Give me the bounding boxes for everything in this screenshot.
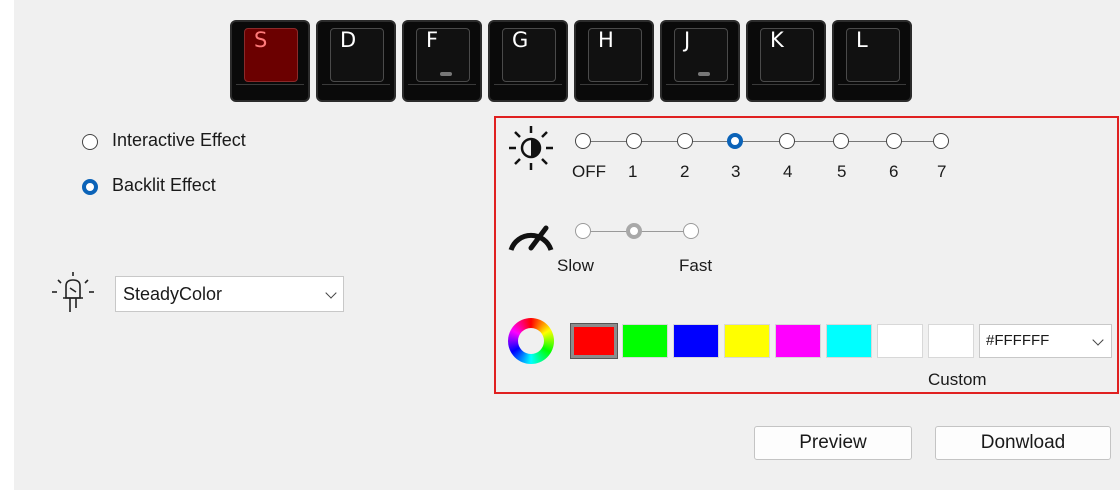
key-label: H: [598, 28, 614, 52]
brightness-1-radio[interactable]: [626, 133, 642, 149]
key-label: D: [340, 28, 357, 52]
brightness-1-label: 1: [628, 162, 638, 181]
brightness-off-label: OFF: [572, 162, 606, 181]
color-wheel-icon[interactable]: [508, 318, 554, 364]
chevron-down-icon: [1092, 334, 1104, 346]
brightness-4-label: 4: [783, 162, 793, 181]
color-swatch-red[interactable]: [570, 323, 618, 359]
key-h[interactable]: H: [574, 20, 654, 102]
brightness-2-radio[interactable]: [677, 133, 693, 149]
effect-dropdown[interactable]: SteadyColor: [115, 276, 344, 312]
hex-color-dropdown[interactable]: #FFFFFF: [979, 324, 1112, 358]
key-l[interactable]: L: [832, 20, 912, 102]
interactive-effect-radio[interactable]: [82, 134, 98, 150]
color-swatch-custom-1[interactable]: [877, 324, 923, 358]
speed-fast-label: Fast: [679, 256, 713, 275]
custom-label: Custom: [928, 370, 987, 389]
key-f[interactable]: F: [402, 20, 482, 102]
speed-fast-radio[interactable]: [683, 223, 699, 239]
brightness-3-radio[interactable]: [727, 133, 743, 149]
color-swatch-blue[interactable]: [673, 324, 719, 358]
brightness-7-label: 7: [937, 162, 947, 181]
key-j[interactable]: J: [660, 20, 740, 102]
key-d[interactable]: D: [316, 20, 396, 102]
preview-button[interactable]: Preview: [754, 426, 912, 460]
speed-slow-label: Slow: [557, 256, 594, 275]
color-swatch-magenta[interactable]: [775, 324, 821, 358]
brightness-6-label: 6: [889, 162, 899, 181]
color-swatch-yellow[interactable]: [724, 324, 770, 358]
key-label: L: [856, 28, 868, 52]
backlit-effect-radio[interactable]: [82, 179, 98, 195]
speed-slow-radio[interactable]: [575, 223, 591, 239]
brightness-5-label: 5: [837, 162, 847, 181]
brightness-4-radio[interactable]: [779, 133, 795, 149]
color-swatch-cyan[interactable]: [826, 324, 872, 358]
color-swatch-custom-2[interactable]: [928, 324, 974, 358]
chevron-down-icon: [325, 287, 337, 299]
brightness-6-radio[interactable]: [886, 133, 902, 149]
backlit-effect-label: Backlit Effect: [112, 175, 216, 195]
brightness-2-label: 2: [680, 162, 690, 181]
speedometer-icon: [508, 225, 554, 251]
speed-mid-radio[interactable]: [626, 223, 642, 239]
home-row-nub: [698, 72, 710, 76]
interactive-effect-label: Interactive Effect: [112, 130, 246, 150]
key-k[interactable]: K: [746, 20, 826, 102]
brightness-5-radio[interactable]: [833, 133, 849, 149]
download-button[interactable]: Donwload: [935, 426, 1111, 460]
key-label: K: [770, 28, 784, 52]
effect-dropdown-value: SteadyColor: [123, 284, 223, 304]
brightness-off-radio[interactable]: [575, 133, 591, 149]
key-s[interactable]: S: [230, 20, 310, 102]
key-g[interactable]: G: [488, 20, 568, 102]
key-label: G: [512, 28, 529, 52]
key-label: J: [684, 28, 691, 52]
key-label: F: [426, 28, 439, 52]
brightness-7-radio[interactable]: [933, 133, 949, 149]
home-row-nub: [440, 72, 452, 76]
brightness-3-label: 3: [731, 162, 741, 181]
color-swatch-green[interactable]: [622, 324, 668, 358]
brightness-icon: [509, 126, 553, 170]
hex-color-value: #FFFFFF: [986, 332, 1050, 349]
led-icon: [52, 272, 94, 312]
key-label: S: [254, 28, 268, 52]
